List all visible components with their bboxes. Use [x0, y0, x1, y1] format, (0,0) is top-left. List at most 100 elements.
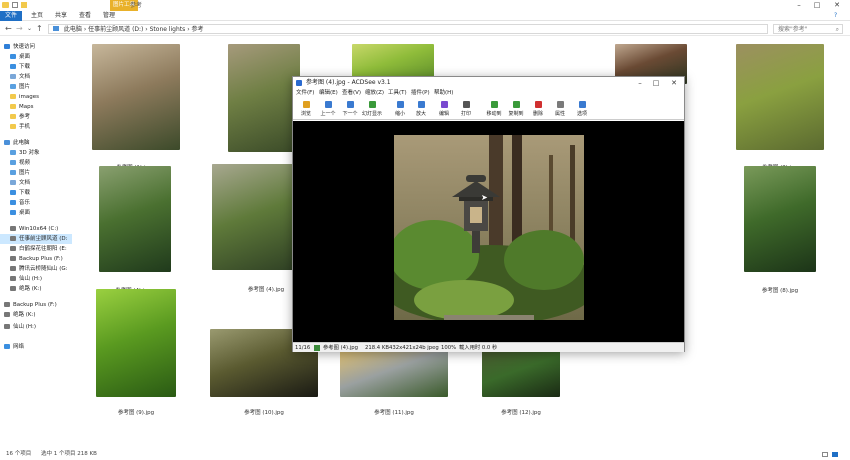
acdsee-menu-item[interactable]: 缩放(Z)	[365, 89, 384, 98]
sidebar-item[interactable]: 绝路 (K:)	[0, 284, 72, 294]
search-input[interactable]: 搜索"参考" ⌕	[773, 24, 843, 34]
sidebar-item[interactable]: 图片	[0, 168, 72, 178]
image-viewport[interactable]: ➤	[293, 121, 684, 342]
acdsee-minimize-button[interactable]: –	[633, 78, 647, 89]
sidebar-item[interactable]: 仙山 (H:)	[0, 274, 72, 284]
desktop-icon	[10, 54, 16, 59]
close-button[interactable]: ✕	[830, 0, 844, 11]
drive-icon	[4, 312, 10, 317]
ribbon-tabs: 文件 主页 共享 查看 管理 ?	[0, 11, 850, 21]
tab-share[interactable]: 共享	[50, 11, 72, 21]
up-arrow-icon[interactable]: ↑	[36, 24, 43, 34]
sidebar-item[interactable]: 此电脑	[0, 138, 72, 148]
sidebar-item[interactable]: 文档	[0, 72, 72, 82]
forward-arrow-icon[interactable]: →	[16, 24, 23, 34]
drive-icon	[4, 324, 10, 329]
minimize-button[interactable]: –	[792, 0, 806, 11]
file-thumbnail[interactable]: 参考图 (3).jpg	[736, 44, 824, 171]
sidebar-item[interactable]: 桌面	[0, 208, 72, 218]
file-thumbnail[interactable]: 参考图 (1).jpeg	[92, 44, 180, 171]
drive-icon	[10, 236, 16, 241]
acdsee-toolbar-button[interactable]: 放大	[410, 101, 432, 119]
sidebar-item[interactable]: Win10x64 (C:)	[0, 224, 72, 234]
acdsee-toolbar-button[interactable]: 属性	[549, 101, 571, 119]
acdsee-maximize-button[interactable]: □	[649, 78, 663, 89]
file-name-label: 参考图 (9).jpg	[117, 410, 155, 416]
acdsee-toolbar-button[interactable]: 下一个	[339, 101, 361, 119]
sidebar-item[interactable]: 任事前尘顾风道 (D:	[0, 234, 72, 244]
sidebar-item[interactable]: 视频	[0, 158, 72, 168]
sidebar-item[interactable]: 参考	[0, 112, 72, 122]
sidebar-item[interactable]: 音乐	[0, 198, 72, 208]
tab-view[interactable]: 查看	[74, 11, 96, 21]
acdsee-menu-item[interactable]: 查看(V)	[342, 89, 361, 98]
sidebar-item[interactable]: 腾讯云桥随仙山 (G:	[0, 264, 72, 274]
acdsee-toolbar-button[interactable]: 选项	[571, 101, 593, 119]
tab-home[interactable]: 主页	[26, 11, 48, 21]
acdsee-menu-item[interactable]: 帮助(H)	[434, 89, 453, 98]
search-placeholder: 搜索"参考"	[778, 26, 808, 33]
acdsee-toolbar-button[interactable]: 打印	[455, 101, 477, 119]
file-thumbnail[interactable]: 参考图 (9).jpg	[96, 289, 176, 416]
sidebar-item-label: 绝路 (K:)	[19, 286, 42, 292]
acdsee-close-button[interactable]: ✕	[667, 78, 681, 89]
maximize-button[interactable]: □	[810, 0, 824, 11]
acdsee-menu-item[interactable]: 文件(F)	[296, 89, 314, 98]
new-folder-icon[interactable]	[21, 2, 27, 8]
print-icon	[462, 101, 470, 108]
recent-locations-icon[interactable]: ⌄	[27, 24, 32, 34]
sidebar-item[interactable]: 绝路 (K:)	[0, 310, 72, 320]
file-thumbnail[interactable]: 参考图 (12).jpg	[482, 349, 560, 416]
thumbnail-image	[744, 166, 816, 272]
breadcrumb-stone-lights[interactable]: Stone lights	[150, 26, 186, 33]
acdsee-menu-item[interactable]: 插件(P)	[411, 89, 430, 98]
acdsee-toolbar-button[interactable]: 浏览	[295, 101, 317, 119]
help-icon[interactable]: ?	[834, 12, 837, 19]
file-thumbnail[interactable]: 参考图 (11).jpg	[340, 349, 448, 416]
sidebar-item[interactable]: Backup Plus (F:)	[0, 300, 72, 310]
acdsee-toolbar-button[interactable]: 编辑	[433, 101, 455, 119]
sidebar-item[interactable]: 网络	[0, 342, 72, 352]
acdsee-toolbar-button[interactable]: 上一个	[317, 101, 339, 119]
document-icon	[10, 74, 16, 79]
details-view-icon[interactable]	[822, 452, 828, 457]
file-thumbnail[interactable]: 参考图 (8).jpg	[744, 166, 816, 294]
sidebar-item[interactable]: Backup Plus (F:)	[0, 254, 72, 264]
acdsee-toolbar-button[interactable]: 幻灯显示	[361, 101, 383, 119]
sidebar-item[interactable]: 图片	[0, 82, 72, 92]
file-thumbnail[interactable]: 参考图 (1).jpg	[228, 44, 300, 171]
tab-manage[interactable]: 管理	[98, 11, 120, 21]
sidebar-item[interactable]: 文档	[0, 178, 72, 188]
sidebar-item-label: 图片	[19, 170, 31, 176]
file-thumbnail[interactable]: 参考图 (4).jpeg	[99, 166, 171, 294]
large-icons-view-icon[interactable]	[832, 452, 838, 457]
acdsee-toolbar-button[interactable]: 移动到	[483, 101, 505, 119]
back-arrow-icon[interactable]: ←	[5, 24, 12, 34]
acdsee-toolbar: 浏览 上一个 下一个 幻灯显示 缩小 放大 编辑 打印 移动到 复制到 删除 属性 选项	[293, 98, 684, 120]
acdsee-toolbar-button[interactable]: 复制到	[505, 101, 527, 119]
acdsee-menu-item[interactable]: 编辑(E)	[319, 89, 338, 98]
address-field[interactable]: 此电脑 › 任事前尘顾风道 (D:) › Stone lights › 参考	[48, 24, 768, 34]
sidebar-item[interactable]: 手机	[0, 122, 72, 132]
acdsee-toolbar-button[interactable]: 删除	[527, 101, 549, 119]
sidebar-item[interactable]: images	[0, 92, 72, 102]
acdsee-menu-item[interactable]: 工具(T)	[388, 89, 407, 98]
sidebar-item[interactable]: 仙山 (H:)	[0, 322, 72, 332]
sidebar-item[interactable]: 白鹤探花往朝阳 (E:	[0, 244, 72, 254]
acdsee-toolbar-button[interactable]: 缩小	[389, 101, 411, 119]
sidebar-item[interactable]: 下载	[0, 62, 72, 72]
breadcrumb-reference[interactable]: 参考	[192, 26, 204, 33]
properties-icon[interactable]	[12, 2, 18, 8]
sidebar-item[interactable]: 3D 对象	[0, 148, 72, 158]
sidebar-item[interactable]: 下载	[0, 188, 72, 198]
breadcrumb-drive-d[interactable]: 任事前尘顾风道 (D:)	[88, 26, 143, 33]
sidebar-item-label: 仙山 (H:)	[13, 324, 37, 330]
breadcrumb-this-pc[interactable]: 此电脑	[64, 26, 82, 33]
toolbar-button-label: 删除	[532, 111, 543, 117]
selection-info: 选中 1 个项目 218 KB	[41, 451, 97, 457]
video-icon	[10, 160, 16, 165]
sidebar-item[interactable]: 快速访问	[0, 42, 72, 52]
sidebar-item[interactable]: 桌面	[0, 52, 72, 62]
tab-file[interactable]: 文件	[0, 11, 22, 21]
sidebar-item[interactable]: Maps	[0, 102, 72, 112]
